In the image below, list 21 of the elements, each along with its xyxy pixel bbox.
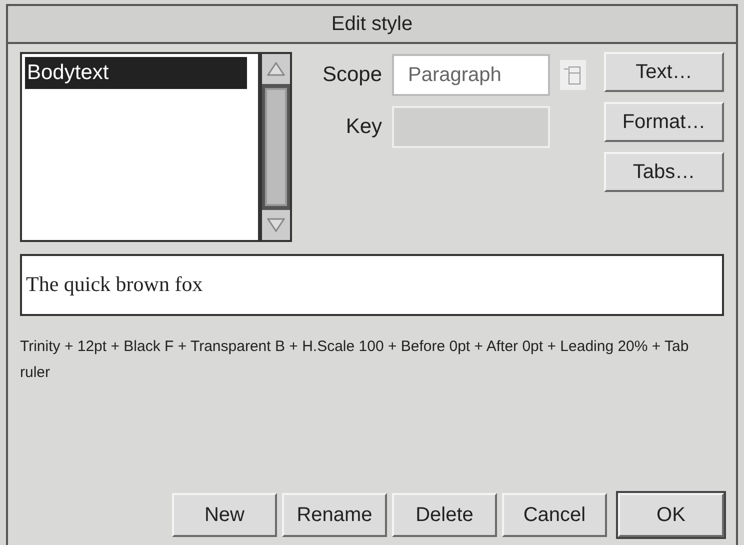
dialog-button[interactable]: New [172, 493, 277, 537]
dialog-button[interactable]: Rename [282, 493, 387, 537]
scope-field[interactable]: Paragraph [392, 54, 550, 96]
scroll-down-icon[interactable] [262, 210, 290, 240]
preview-text: The quick brown fox [26, 271, 203, 298]
style-description: Trinity + 12pt + Black F + Transparent B + H.Scale 100 + Before 0pt + After 0pt + Leading 20% + Tab ruler [20, 337, 690, 383]
key-label: Key [344, 114, 382, 140]
scroll-up-icon[interactable] [262, 54, 290, 84]
dialog-button[interactable]: Delete [392, 493, 497, 537]
side-button[interactable]: Text… [604, 52, 724, 92]
menu-icon[interactable] [560, 60, 586, 90]
scrollbar[interactable] [260, 52, 292, 242]
title-bar: Edit style [6, 4, 738, 44]
side-button[interactable]: Format… [604, 102, 724, 142]
dialog-button[interactable]: Cancel [502, 493, 607, 537]
scroll-thumb[interactable] [265, 88, 287, 206]
default-button[interactable]: OK [618, 493, 724, 537]
scope-label: Scope [321, 62, 382, 88]
list-item[interactable]: Bodytext [25, 57, 247, 89]
side-button[interactable]: Tabs… [604, 152, 724, 192]
style-list[interactable]: Bodytext [20, 52, 260, 242]
